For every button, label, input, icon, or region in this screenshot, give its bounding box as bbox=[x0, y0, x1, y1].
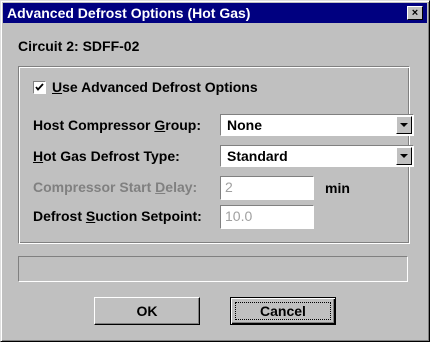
compressor-start-delay-field[interactable] bbox=[220, 176, 314, 200]
close-icon[interactable]: × bbox=[407, 6, 423, 20]
checkmark-icon bbox=[35, 83, 44, 91]
compressor-start-delay-label: Compressor Start Delay: bbox=[33, 179, 198, 195]
hot-gas-defrost-type-dropdown-button[interactable] bbox=[396, 147, 412, 165]
window-title: Advanced Defrost Options (Hot Gas) bbox=[7, 5, 251, 21]
host-compressor-group-label: Host Compressor Group: bbox=[33, 117, 202, 133]
ok-button-label: OK bbox=[136, 303, 158, 319]
cancel-button[interactable]: Cancel bbox=[230, 297, 336, 325]
defrost-suction-setpoint-field[interactable] bbox=[220, 205, 314, 229]
hot-gas-defrost-type-select[interactable]: Standard bbox=[220, 145, 414, 167]
host-compressor-group-select[interactable]: None bbox=[220, 114, 414, 136]
defrost-suction-setpoint-input[interactable] bbox=[223, 207, 313, 225]
compressor-start-delay-unit: min bbox=[325, 180, 350, 196]
compressor-start-delay-input[interactable] bbox=[223, 178, 313, 196]
chevron-down-icon bbox=[400, 123, 408, 127]
host-compressor-group-value: None bbox=[227, 117, 262, 133]
ok-button[interactable]: OK bbox=[94, 297, 200, 325]
chevron-down-icon bbox=[400, 154, 408, 158]
circuit-label: Circuit 2: SDFF-02 bbox=[18, 38, 140, 54]
hot-gas-defrost-type-label: Hot Gas Defrost Type: bbox=[33, 148, 180, 164]
cancel-button-label: Cancel bbox=[260, 303, 306, 319]
status-bar bbox=[18, 256, 408, 282]
hot-gas-defrost-type-value: Standard bbox=[227, 148, 288, 164]
defrost-suction-setpoint-label: Defrost Suction Setpoint: bbox=[33, 208, 202, 224]
title-bar[interactable]: Advanced Defrost Options (Hot Gas) × bbox=[3, 3, 427, 23]
use-advanced-defrost-label: Use Advanced Defrost Options bbox=[52, 79, 258, 95]
host-compressor-group-dropdown-button[interactable] bbox=[396, 116, 412, 134]
use-advanced-defrost-checkbox[interactable] bbox=[33, 81, 46, 94]
